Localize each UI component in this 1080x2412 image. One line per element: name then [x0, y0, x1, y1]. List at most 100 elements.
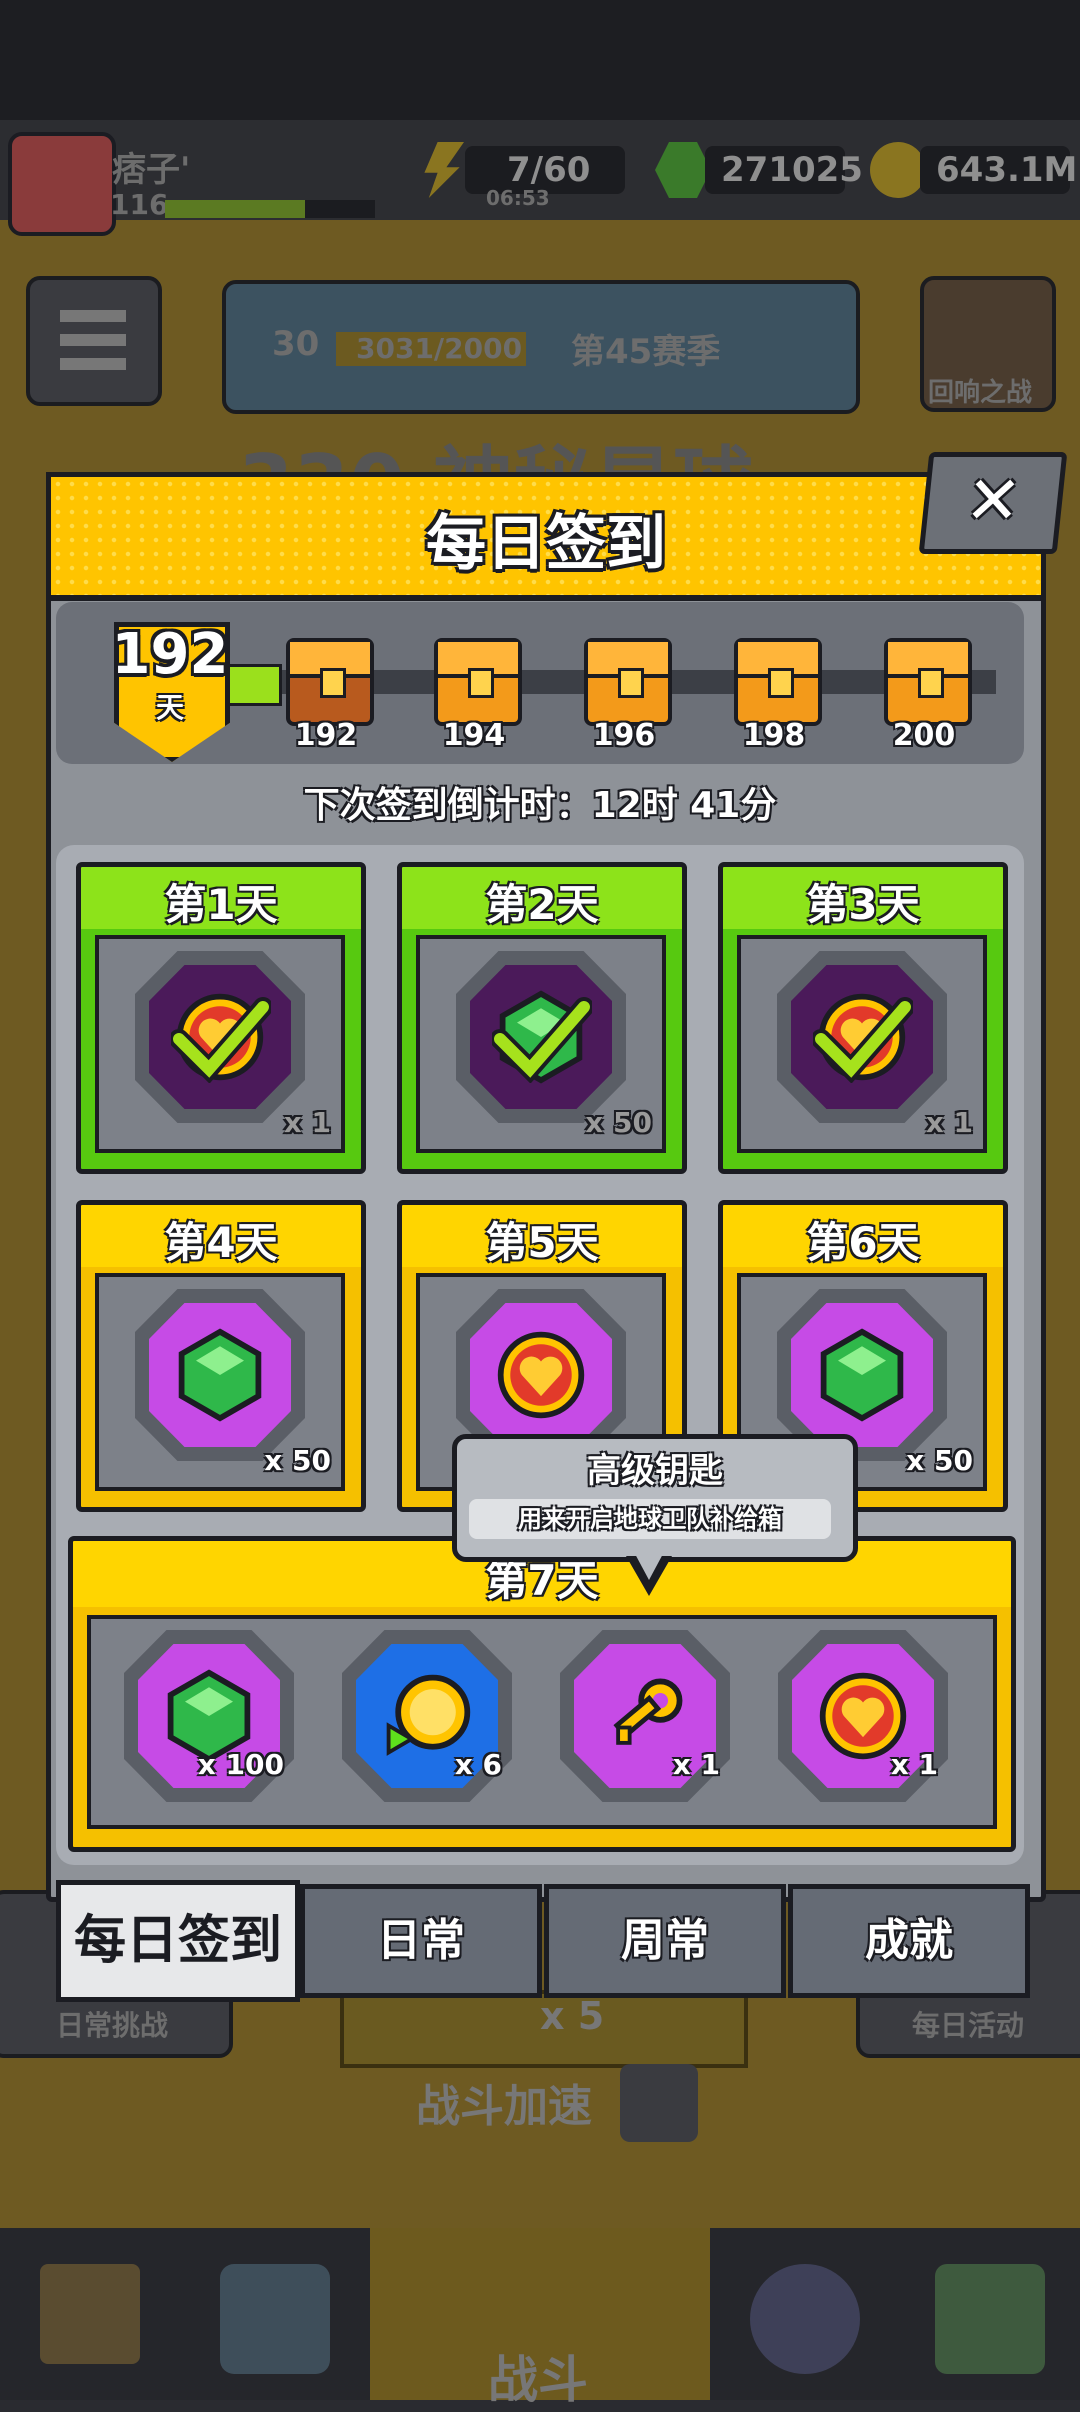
item-quantity: x 1 [925, 1106, 973, 1139]
close-button[interactable]: ✕ [918, 452, 1068, 554]
check-icon [490, 993, 594, 1084]
echo-battle-button[interactable]: 回响之战 [920, 276, 1056, 412]
item-quantity: x 50 [585, 1106, 652, 1139]
nav-gear-icon[interactable] [220, 2264, 330, 2374]
season-banner[interactable]: 30 3031/2000 第45赛季 [222, 280, 860, 414]
milestone-chest-icon[interactable] [734, 638, 822, 726]
season-level: 30 [272, 324, 320, 364]
chest-lock [768, 668, 794, 698]
item-frame [456, 951, 626, 1123]
tooltip-title: 高级钥匙 [587, 1451, 723, 1491]
milestone-chest-icon[interactable] [884, 638, 972, 726]
echo-battle-label: 回响之战 [928, 378, 1033, 408]
item-quantity: x 50 [264, 1444, 331, 1477]
item-quantity: x 1 [283, 1106, 331, 1139]
milestone-label: 192 [294, 718, 358, 753]
day-3-slot: x 1 [737, 935, 987, 1153]
checkin-countdown: 下次签到倒计时：12时 41分 [303, 785, 777, 826]
tab-daily[interactable]: 日常 [300, 1884, 542, 1998]
day-2-label: 第2天 [485, 880, 599, 929]
day-4-label: 第4天 [164, 1218, 278, 1267]
check-icon [169, 993, 273, 1084]
item-core [149, 1303, 291, 1447]
day-6-label: 第6天 [806, 1218, 920, 1267]
menu-icon [60, 310, 126, 370]
item-core [791, 1303, 933, 1447]
tooltip-desc-box: 用来开启地球卫队补给箱 [469, 1499, 831, 1539]
item-core [470, 965, 612, 1109]
modal-title: 每日签到 [426, 509, 666, 579]
chest-lock [468, 668, 494, 698]
energy-timer: 06:53 [486, 186, 550, 210]
gem-add-icon[interactable] [655, 142, 711, 198]
item-tooltip: 高级钥匙 用来开启地球卫队补给箱 [452, 1434, 858, 1562]
nav-stars-icon[interactable] [750, 2264, 860, 2374]
item-frame [777, 951, 947, 1123]
milestone-label: 200 [892, 718, 956, 753]
tab-achievements[interactable]: 成就 [788, 1884, 1030, 1998]
player-level: 116 [110, 188, 169, 221]
milestone-label: 196 [592, 718, 656, 753]
bg-multiplier: x 5 [540, 1994, 605, 2038]
status-bar-area [0, 0, 1080, 120]
streak-days: 192 [111, 622, 229, 687]
item-core [470, 1303, 612, 1447]
tooltip-desc: 用来开启地球卫队补给箱 [518, 1505, 782, 1533]
milestone-chest-icon[interactable] [286, 638, 374, 726]
xp-bar [165, 200, 375, 218]
green-gem-icon [172, 1327, 268, 1423]
day-2-card[interactable]: 第2天 x 50 [397, 862, 687, 1174]
top-hud: 痞子' 116 7/60 06:53 271025 643.1M [0, 120, 1080, 236]
check-icon [811, 993, 915, 1084]
daily-events-label: 每日活动 [912, 2009, 1025, 2042]
day-1-card[interactable]: 第1天 x 1 [76, 862, 366, 1174]
tab-daily-checkin[interactable]: 每日签到 [56, 1880, 300, 2002]
nav-shop-icon[interactable] [40, 2264, 140, 2364]
item-quantity: x 1 [672, 1748, 720, 1781]
item-core [791, 965, 933, 1109]
day-5-label: 第5天 [485, 1218, 599, 1267]
modal-header: 每日签到 [46, 472, 1046, 601]
day-4-card[interactable]: 第4天 x 50 [76, 1200, 366, 1512]
nav-scroll-icon[interactable] [935, 2264, 1045, 2374]
season-progress: 3031/2000 [356, 332, 523, 365]
day-3-label: 第3天 [806, 880, 920, 929]
green-gem-icon [814, 1327, 910, 1423]
menu-button[interactable] [26, 276, 162, 406]
item-quantity: x 50 [906, 1444, 973, 1477]
chest-lock [618, 668, 644, 698]
chest-lock [918, 668, 944, 698]
gem-counter: 271025 [705, 146, 863, 194]
milestone-chest-icon[interactable] [584, 638, 672, 726]
milestone-label: 198 [742, 718, 806, 753]
day-2-slot: x 50 [416, 935, 666, 1153]
bg-speed-label: 战斗加速 [416, 2081, 592, 2132]
daily-challenge-label: 日常挑战 [56, 2009, 169, 2042]
coin-counter: 643.1M [920, 146, 1077, 194]
day-3-card[interactable]: 第3天 x 1 [718, 862, 1008, 1174]
nav-battle-label: 战斗 [488, 2351, 588, 2409]
player-name: 痞子' [112, 150, 191, 190]
day-1-slot: x 1 [95, 935, 345, 1153]
milestone-chest-icon[interactable] [434, 638, 522, 726]
chest-lock [320, 668, 346, 698]
item-quantity: x 100 [197, 1748, 284, 1781]
coin-add-icon[interactable] [870, 142, 926, 198]
item-frame [135, 951, 305, 1123]
energy-icon [424, 142, 464, 198]
bg-speed-toggle[interactable] [620, 2064, 698, 2142]
day-4-slot: x 50 [95, 1273, 345, 1491]
milestone-label: 194 [442, 718, 506, 753]
item-quantity: x 6 [454, 1748, 502, 1781]
tab-weekly[interactable]: 周常 [544, 1884, 786, 1998]
item-core [149, 965, 291, 1109]
avatar[interactable] [8, 132, 116, 236]
streak-unit: 天 [155, 691, 184, 724]
heart-medal-icon [493, 1327, 589, 1423]
day-1-label: 第1天 [164, 880, 278, 929]
close-icon: ✕ [961, 462, 1025, 539]
season-label: 第45赛季 [571, 332, 721, 372]
item-frame [135, 1289, 305, 1461]
bottom-nav: 战斗 [0, 2228, 1080, 2409]
item-quantity: x 1 [890, 1748, 938, 1781]
